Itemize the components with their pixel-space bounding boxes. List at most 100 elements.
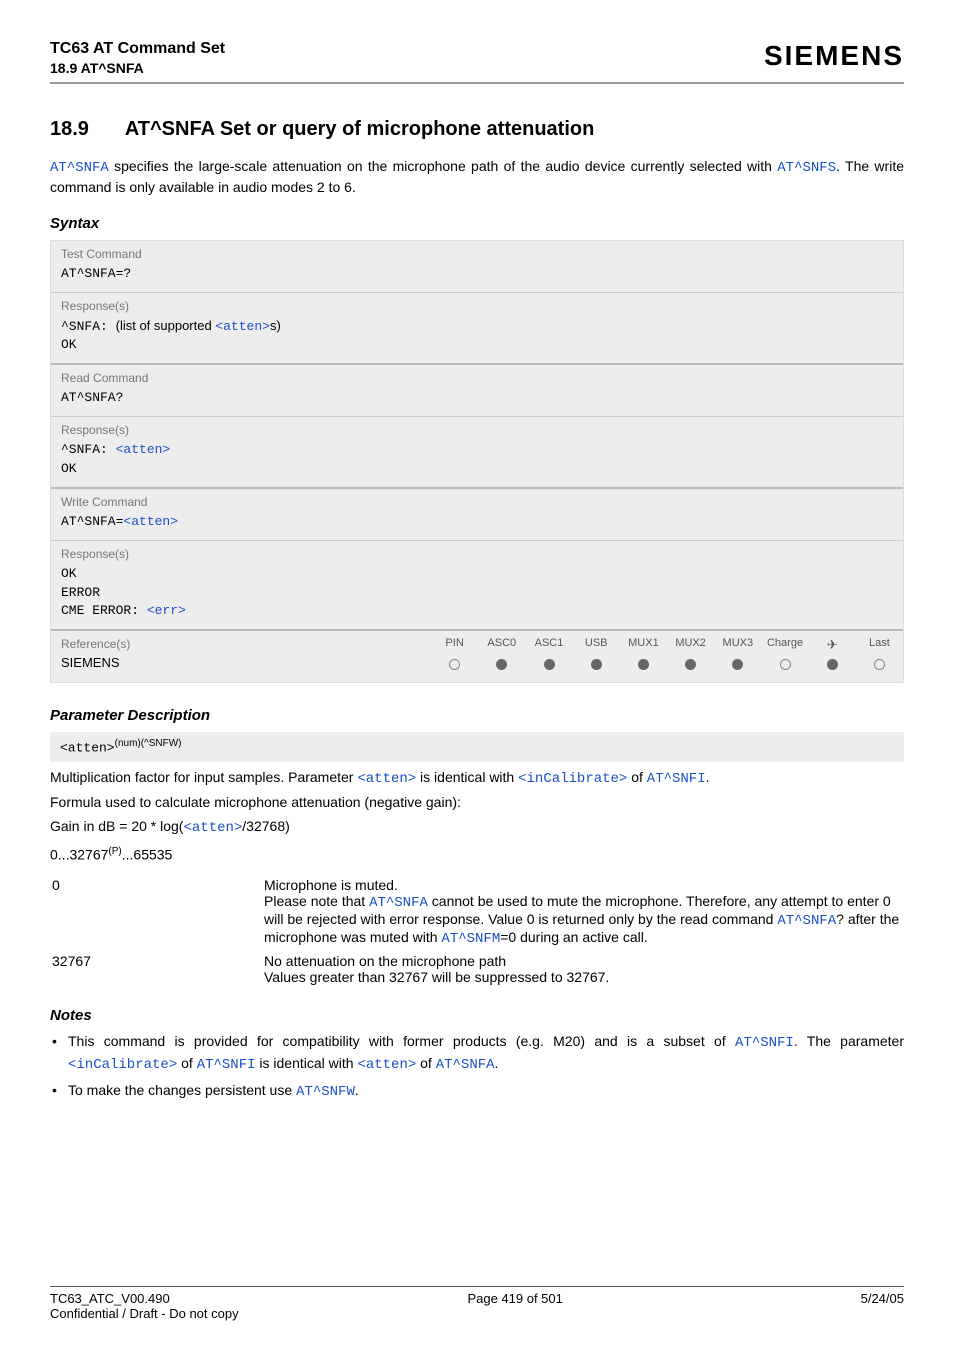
read-resp-prefix: ^SNFA: xyxy=(61,442,116,457)
param-atten-link-5[interactable]: <atten> xyxy=(183,820,242,836)
test-resp-prefix: ^SNFA: xyxy=(61,319,116,334)
brand-logo: SIEMENS xyxy=(764,40,904,72)
cmd-link-snfi-3[interactable]: AT^SNFI xyxy=(197,1057,256,1073)
dot-open-icon xyxy=(449,659,460,670)
intro-paragraph: AT^SNFA specifies the large-scale attenu… xyxy=(50,157,904,197)
test-resp-ok: OK xyxy=(61,337,77,352)
cmd-link-snfi[interactable]: AT^SNFI xyxy=(647,771,706,787)
read-command: AT^SNFA? xyxy=(51,387,903,416)
ref-dot-cell xyxy=(620,657,667,681)
param-incalibrate-link-2[interactable]: <inCalibrate> xyxy=(68,1057,177,1073)
read-response-label: Response(s) xyxy=(51,417,903,439)
cmd-link-snfa-2[interactable]: AT^SNFA xyxy=(369,895,428,911)
header-left: TC63 AT Command Set 18.9 AT^SNFA xyxy=(50,40,225,76)
param-desc-0: Microphone is muted. Please note that AT… xyxy=(264,875,902,949)
notes-list: This command is provided for compatibili… xyxy=(50,1032,904,1109)
intro-text1: specifies the large-scale attenuation on… xyxy=(109,158,777,174)
test-resp-suffix: s) xyxy=(270,318,281,333)
list-item: To make the changes persistent use AT^SN… xyxy=(50,1081,904,1103)
header-rule xyxy=(50,82,904,84)
cmd-link-snfm[interactable]: AT^SNFM xyxy=(441,931,500,947)
read-command-label: Read Command xyxy=(51,365,903,387)
test-response-label: Response(s) xyxy=(51,293,903,315)
param-name-block: <atten>(num)(^SNFW) xyxy=(50,732,904,761)
dot-open-icon xyxy=(874,659,885,670)
write-cmd-prefix: AT^SNFA= xyxy=(61,514,123,529)
param-atten-link-2[interactable]: <atten> xyxy=(116,442,171,457)
ref-col-header: Charge xyxy=(761,633,808,657)
page-header: TC63 AT Command Set 18.9 AT^SNFA SIEMENS xyxy=(50,40,904,76)
ref-col-header: ASC0 xyxy=(478,633,525,657)
reference-grid: PINASC0ASC1USBMUX1MUX2MUX3Charge ✈ Last xyxy=(431,633,903,681)
write-resp-cme: CME ERROR: xyxy=(61,603,147,618)
notes-heading: Notes xyxy=(50,1007,904,1024)
param-desc-line1: Multiplication factor for input samples.… xyxy=(50,768,904,790)
test-response: ^SNFA: (list of supported <atten>s) OK xyxy=(51,315,903,364)
write-command-label: Write Command xyxy=(51,489,903,511)
section-number: 18.9 xyxy=(50,118,120,141)
cmd-link-snfa-4[interactable]: AT^SNFA xyxy=(436,1057,495,1073)
ref-dot-cell xyxy=(431,657,478,681)
footer-left: TC63_ATC_V00.490 xyxy=(50,1291,170,1306)
ref-col-header: MUX2 xyxy=(667,633,714,657)
table-row: 0 Microphone is muted. Please note that … xyxy=(52,875,902,949)
cmd-link-snfi-2[interactable]: AT^SNFI xyxy=(735,1035,794,1051)
section-heading: 18.9 AT^SNFA Set or query of microphone … xyxy=(50,118,904,141)
param-err-link[interactable]: <err> xyxy=(147,603,186,618)
param-atten-link[interactable]: <atten> xyxy=(215,319,270,334)
param-name: <atten> xyxy=(60,741,115,756)
footer-rule xyxy=(50,1286,904,1287)
dot-filled-icon xyxy=(496,659,507,670)
ref-dot-cell xyxy=(714,657,761,681)
param-atten-link-4[interactable]: <atten> xyxy=(357,771,416,787)
footer-right: 5/24/05 xyxy=(861,1291,904,1306)
write-response-label: Response(s) xyxy=(51,541,903,563)
doc-section: 18.9 AT^SNFA xyxy=(50,60,225,76)
ref-dot-cell xyxy=(573,657,620,681)
cmd-link-snfw[interactable]: AT^SNFW xyxy=(296,1084,355,1100)
cmd-link-snfa-3[interactable]: AT^SNFA xyxy=(777,913,836,929)
cmd-link-snfs[interactable]: AT^SNFS xyxy=(777,160,836,176)
syntax-box: Test Command AT^SNFA=? Response(s) ^SNFA… xyxy=(50,240,904,683)
ref-dot-cell xyxy=(856,657,903,681)
ref-dot-cell xyxy=(525,657,572,681)
param-atten-link-3[interactable]: <atten> xyxy=(123,514,178,529)
doc-title: TC63 AT Command Set xyxy=(50,40,225,58)
param-desc-line3: Gain in dB = 20 * log(<atten>/32768) xyxy=(50,817,904,839)
ref-col-header: Last xyxy=(856,633,903,657)
footer-sub: Confidential / Draft - Do not copy xyxy=(50,1306,904,1321)
list-item: This command is provided for compatibili… xyxy=(50,1032,904,1075)
test-resp-mid: (list of supported xyxy=(116,318,216,333)
dot-filled-icon xyxy=(591,659,602,670)
param-incalibrate-link[interactable]: <inCalibrate> xyxy=(518,771,627,787)
write-command: AT^SNFA=<atten> xyxy=(51,511,903,540)
ref-dot-cell xyxy=(478,657,525,681)
ref-dot-cell xyxy=(761,657,808,681)
param-key-32767: 32767 xyxy=(52,951,262,987)
cmd-link-snfa[interactable]: AT^SNFA xyxy=(50,160,109,176)
write-resp-error: ERROR xyxy=(61,585,100,600)
dot-filled-icon xyxy=(732,659,743,670)
airplane-icon: ✈ xyxy=(827,637,838,652)
test-command: AT^SNFA=? xyxy=(51,263,903,292)
param-name-sup: (num)(^SNFW) xyxy=(115,738,182,749)
dot-filled-icon xyxy=(638,659,649,670)
ref-col-header: USB xyxy=(573,633,620,657)
param-key-0: 0 xyxy=(52,875,262,949)
reference-row: Reference(s) SIEMENS PINASC0ASC1USBMUX1M… xyxy=(51,629,903,682)
reference-value: SIEMENS xyxy=(61,651,421,676)
ref-col-header: ✈ xyxy=(809,633,856,657)
param-desc-line2: Formula used to calculate microphone att… xyxy=(50,793,904,813)
param-desc-32767: No attenuation on the microphone path Va… xyxy=(264,951,902,987)
ref-col-header: PIN xyxy=(431,633,478,657)
footer-row: TC63_ATC_V00.490 Page 419 of 501 5/24/05 xyxy=(50,1291,904,1306)
table-row: 32767 No attenuation on the microphone p… xyxy=(52,951,902,987)
ref-col-header: ASC1 xyxy=(525,633,572,657)
param-atten-link-6[interactable]: <atten> xyxy=(357,1057,416,1073)
param-range: 0...32767(P)...65535 xyxy=(50,846,904,863)
ref-col-header: MUX3 xyxy=(714,633,761,657)
section-title: AT^SNFA Set or query of microphone atten… xyxy=(125,118,594,140)
footer-center: Page 419 of 501 xyxy=(467,1291,562,1306)
ref-col-header: MUX1 xyxy=(620,633,667,657)
dot-filled-icon xyxy=(827,659,838,670)
